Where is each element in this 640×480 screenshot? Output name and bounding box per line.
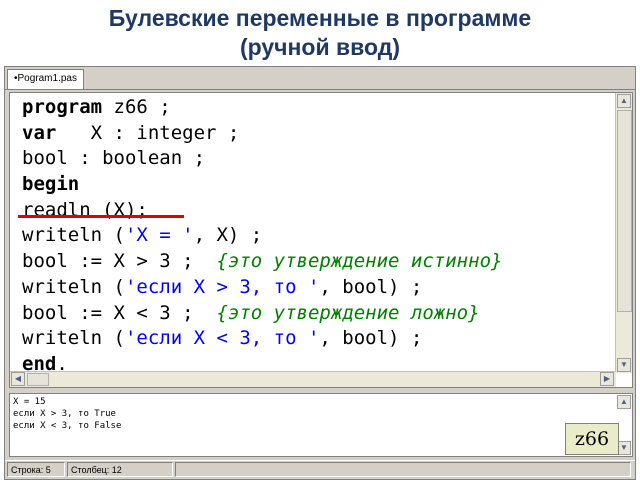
slide-title-line2: (ручной ввод) [239,34,400,60]
vertical-scroll-thumb[interactable] [617,110,632,312]
status-empty-panel [175,462,631,477]
code-token: , X) ; [193,224,263,247]
scroll-up-icon[interactable]: ▲ [617,94,631,108]
code-token: {это утверждение ложно} [216,301,480,324]
output-line: если X < 3, то False [13,421,122,431]
scroll-down-icon[interactable]: ▼ [617,358,631,372]
code-line[interactable]: program z66 ; [22,95,502,121]
status-row: Строка: 5 [7,462,65,477]
code-token: X : integer ; [56,121,240,144]
output-scroll-up-icon[interactable]: ▲ [617,395,631,409]
code-line[interactable]: bool := X < 3 ; {это утверждение ложно} [22,301,502,327]
code-token: 'X = ' [124,224,194,247]
code-token: , bool) ; [319,275,423,298]
slide-title: Булевские переменные в программе (ручной… [0,4,640,62]
status-bar: Строка: 5 Столбец: 12 [5,460,635,479]
code-token: writeln ( [22,275,125,298]
output-line: если X > 3, то True [13,409,116,419]
code-token: z66 ; [102,96,171,118]
code-line[interactable]: writeln ('X = ', X) ; [22,223,502,249]
horizontal-scrollbar[interactable]: ◀ ▶ [10,371,616,387]
tab-bar: •Pogram1.pas [5,67,635,90]
code-token: begin [22,173,80,196]
code-token: var [22,121,57,144]
status-column: Столбец: 12 [67,462,173,477]
output-scroll-down-icon[interactable]: ▼ [617,441,631,455]
program-name-badge: z66 [565,423,619,455]
code-line[interactable]: writeln ('если X > 3, то ', bool) ; [22,275,502,301]
readln-underline [18,215,184,218]
code-line[interactable]: begin [22,172,502,198]
output-pane: X = 15 если X > 3, то True если X < 3, то … [9,393,633,457]
code-line[interactable]: bool : boolean ; [22,146,502,172]
scroll-left-icon[interactable]: ◀ [11,372,25,386]
code-line[interactable]: readln (X); [22,198,502,224]
code-token: program [22,96,103,118]
tab-program-file[interactable]: •Pogram1.pas [7,69,84,89]
output-line: X = 15 [13,397,46,407]
code-token: 'если X > 3, то ' [124,275,320,298]
code-text[interactable]: program z66 ; var X : integer ; bool : boo… [22,95,502,378]
code-line[interactable]: writeln ('если X < 3, то ', bool) ; [22,326,502,352]
code-token: writeln ( [22,327,125,350]
code-token: , bool) ; [319,327,423,350]
code-line[interactable]: bool := X > 3 ; {это утверждение истинно… [22,249,502,275]
code-token: bool := X < 3 ; [22,301,217,324]
ide-window: •Pogram1.pas program z66 ; var X : intege… [4,66,636,480]
code-token: 'если X < 3, то ' [124,327,320,350]
code-editor[interactable]: program z66 ; var X : integer ; bool : boo… [9,92,633,388]
scroll-right-icon[interactable]: ▶ [600,372,614,386]
code-token: {это утверждение истинно} [216,250,503,273]
horizontal-scroll-thumb[interactable] [27,373,49,386]
code-token: bool : boolean ; [22,147,206,170]
code-token: bool := X > 3 ; [22,250,217,273]
slide-title-line1: Булевские переменные в программе [108,5,532,31]
vertical-scrollbar[interactable]: ▲ ▼ [615,93,632,373]
code-line[interactable]: var X : integer ; [22,121,502,147]
code-token: writeln ( [22,224,125,247]
output-text: X = 15 если X > 3, то True если X < 3, то … [13,396,121,432]
